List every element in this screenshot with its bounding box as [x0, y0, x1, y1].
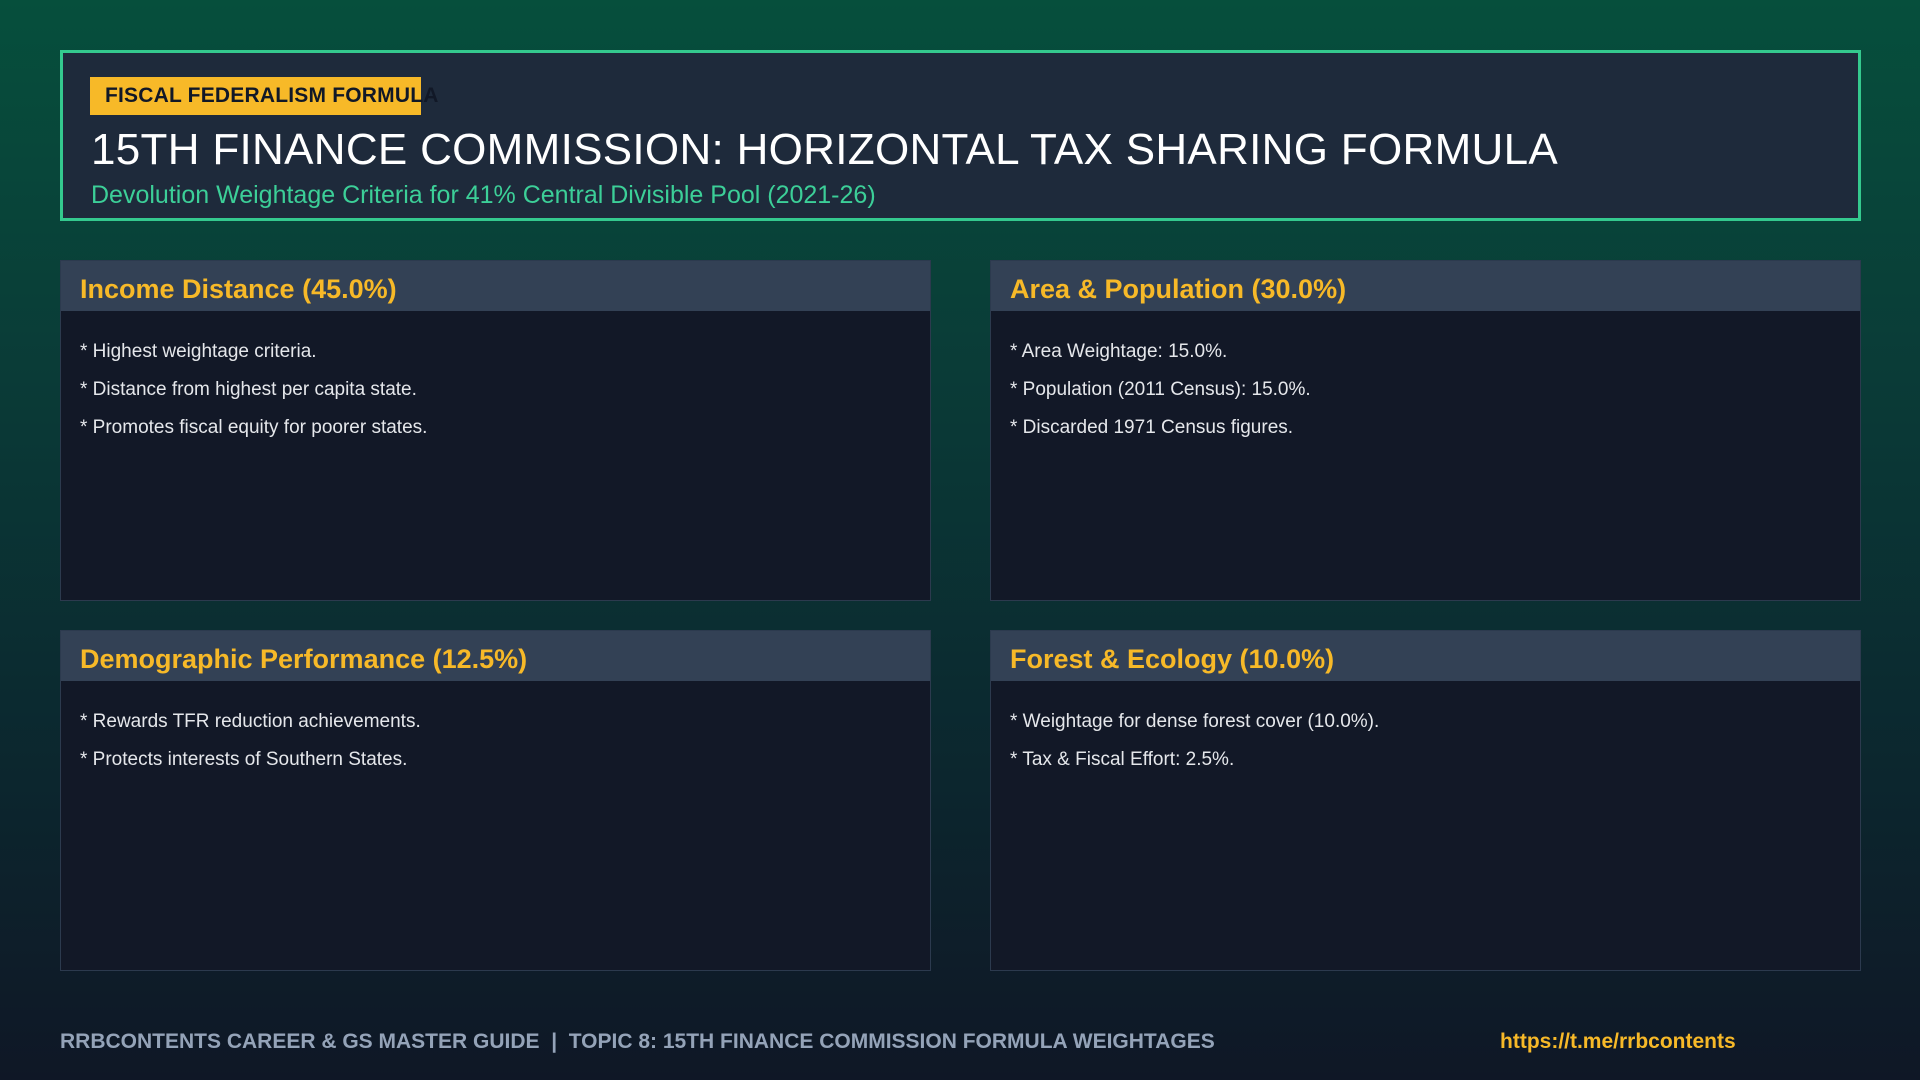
card-title: Demographic Performance (12.5%) — [61, 631, 930, 681]
footer-link[interactable]: https://t.me/rrbcontents — [1500, 1030, 1736, 1054]
card-bullet: * Highest weightage criteria. — [80, 341, 317, 362]
card-title: Income Distance (45.0%) — [61, 261, 930, 311]
card-body: * Weightage for dense forest cover (10.0… — [991, 681, 1860, 779]
card-bullet: * Area Weightage: 15.0%. — [1010, 341, 1228, 362]
page-title: 15TH FINANCE COMMISSION: HORIZONTAL TAX … — [91, 125, 1559, 174]
card-bullet: * Weightage for dense forest cover (10.0… — [1010, 711, 1380, 732]
header-panel: FISCAL FEDERALISM FORMULA 15TH FINANCE C… — [60, 50, 1861, 221]
card-forest-ecology: Forest & Ecology (10.0%) * Weightage for… — [990, 630, 1861, 971]
card-bullet: * Rewards TFR reduction achievements. — [80, 711, 421, 732]
page-subtitle: Devolution Weightage Criteria for 41% Ce… — [91, 181, 876, 209]
card-bullet: * Discarded 1971 Census figures. — [1010, 417, 1294, 438]
category-tag: FISCAL FEDERALISM FORMULA — [90, 77, 480, 115]
card-bullet: * Distance from highest per capita state… — [80, 379, 417, 400]
category-tag-label: FISCAL FEDERALISM FORMULA — [105, 84, 439, 107]
card-body: * Area Weightage: 15.0%. * Population (2… — [991, 311, 1860, 447]
card-demographic-performance: Demographic Performance (12.5%) * Reward… — [60, 630, 931, 971]
card-body: * Highest weightage criteria. * Distance… — [61, 311, 930, 447]
card-title: Forest & Ecology (10.0%) — [991, 631, 1860, 681]
card-body: * Rewards TFR reduction achievements. * … — [61, 681, 930, 779]
card-income-distance: Income Distance (45.0%) * Highest weight… — [60, 260, 931, 601]
card-area-population: Area & Population (30.0%) * Area Weighta… — [990, 260, 1861, 601]
card-bullet: * Population (2011 Census): 15.0%. — [1010, 379, 1311, 400]
footer-text: RRBCONTENTS CAREER & GS MASTER GUIDE | T… — [60, 1030, 1215, 1053]
card-bullet: * Promotes fiscal equity for poorer stat… — [80, 417, 428, 438]
card-bullet: * Tax & Fiscal Effort: 2.5%. — [1010, 749, 1235, 770]
card-title: Area & Population (30.0%) — [991, 261, 1860, 311]
card-bullet: * Protects interests of Southern States. — [80, 749, 408, 770]
